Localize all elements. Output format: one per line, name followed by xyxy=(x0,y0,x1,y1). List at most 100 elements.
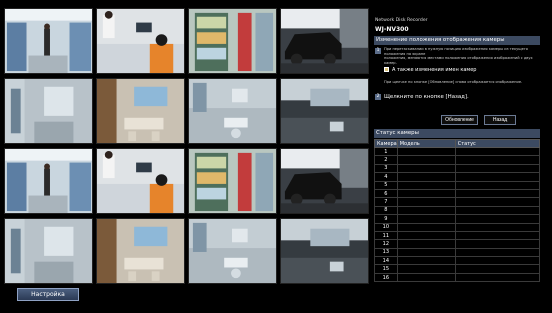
step-2-number: 2 xyxy=(375,94,381,100)
model-cell xyxy=(396,188,456,199)
model-cell xyxy=(396,239,456,249)
camera-position-panel: Network Disk Recorder WJ-NV300 Изменение… xyxy=(371,10,543,299)
camera-number: 2 xyxy=(374,155,398,165)
camera-tile-7[interactable] xyxy=(188,78,277,144)
model-cell xyxy=(396,205,456,216)
table-row: 16 xyxy=(374,272,541,283)
camera-tile-10[interactable] xyxy=(96,148,185,214)
camera-tile-4[interactable] xyxy=(280,8,369,74)
status-cell xyxy=(454,214,541,224)
camera-image xyxy=(97,219,184,283)
camera-tile-8[interactable] xyxy=(280,78,369,144)
table-row: 1 xyxy=(374,146,541,157)
table-row: 12 xyxy=(374,239,541,249)
camera-tile-2[interactable] xyxy=(96,8,185,74)
camera-image xyxy=(189,79,276,143)
table-row: 11 xyxy=(374,230,541,241)
rename-checkbox-label: А также изменения имен камер xyxy=(392,67,477,73)
status-cell xyxy=(454,222,541,232)
column-camera: Камера xyxy=(374,139,398,148)
camera-number: 13 xyxy=(374,247,398,258)
model-cell xyxy=(396,197,456,207)
camera-tile-11[interactable] xyxy=(188,148,277,214)
table-row: 7 xyxy=(374,197,541,207)
status-cell xyxy=(454,256,541,266)
camera-number: 12 xyxy=(374,239,398,249)
table-row: 6 xyxy=(374,188,541,199)
camera-status-table: Камера Модель Статус 1 2 3 4 5 6 7 8 9 10 11 12 13 14… xyxy=(374,139,541,283)
step-2-text: Щелкните по кнопке [Назад]. xyxy=(384,94,469,100)
camera-tile-9[interactable] xyxy=(4,148,93,214)
model-cell xyxy=(396,272,456,283)
status-cell xyxy=(454,197,541,207)
table-row: 8 xyxy=(374,205,541,216)
camera-image xyxy=(97,79,184,143)
camera-tile-14[interactable] xyxy=(96,218,185,284)
camera-image xyxy=(281,9,368,73)
back-button[interactable]: Назад xyxy=(484,115,516,125)
camera-tile-3[interactable] xyxy=(188,8,277,74)
camera-number: 3 xyxy=(374,163,398,174)
status-cell xyxy=(454,180,541,190)
camera-tile-5[interactable] xyxy=(4,78,93,144)
camera-tile-1[interactable] xyxy=(4,8,93,74)
camera-tile-6[interactable] xyxy=(96,78,185,144)
camera-number: 8 xyxy=(374,205,398,216)
column-model: Модель xyxy=(396,139,456,148)
camera-number: 14 xyxy=(374,256,398,266)
column-status: Статус xyxy=(454,139,541,148)
rename-checkbox[interactable] xyxy=(384,67,389,72)
step-1-text: При перетаскивании в нужную позицию изоб… xyxy=(384,47,540,65)
status-cell xyxy=(454,146,541,157)
model-name: WJ-NV300 xyxy=(375,26,409,33)
camera-number: 7 xyxy=(374,197,398,207)
status-cell xyxy=(454,172,541,182)
camera-tile-12[interactable] xyxy=(280,148,369,214)
recorder-screen: Настройка Network Disk Recorder WJ-NV300… xyxy=(0,0,552,313)
camera-image xyxy=(5,79,92,143)
camera-tile-15[interactable] xyxy=(188,218,277,284)
table-row: 5 xyxy=(374,180,541,190)
status-cell xyxy=(454,205,541,216)
camera-image xyxy=(281,149,368,213)
update-button[interactable]: Обновление xyxy=(441,115,478,125)
camera-number: 9 xyxy=(374,214,398,224)
table-row: 10 xyxy=(374,222,541,232)
camera-tile-16[interactable] xyxy=(280,218,369,284)
table-row: 14 xyxy=(374,256,541,266)
camera-image xyxy=(97,9,184,73)
status-header-row: Камера Модель Статус xyxy=(374,139,541,148)
camera-number: 15 xyxy=(374,264,398,274)
camera-image xyxy=(5,149,92,213)
camera-tile-13[interactable] xyxy=(4,218,93,284)
model-cell xyxy=(396,146,456,157)
model-cell xyxy=(396,163,456,174)
status-cell xyxy=(454,247,541,258)
table-row: 15 xyxy=(374,264,541,274)
camera-number: 10 xyxy=(374,222,398,232)
camera-image xyxy=(189,149,276,213)
status-cell xyxy=(454,163,541,174)
step-1-note: При щелчке по кнопке [Обновление] снова … xyxy=(384,80,523,84)
camera-image xyxy=(5,219,92,283)
camera-grid xyxy=(4,8,370,284)
status-cell xyxy=(454,239,541,249)
model-cell xyxy=(396,214,456,224)
status-cell xyxy=(454,230,541,241)
camera-image xyxy=(189,219,276,283)
setup-button[interactable]: Настройка xyxy=(17,288,79,301)
camera-number: 6 xyxy=(374,188,398,199)
product-name: Network Disk Recorder xyxy=(375,18,428,23)
table-row: 3 xyxy=(374,163,541,174)
camera-image xyxy=(281,79,368,143)
status-cell xyxy=(454,264,541,274)
model-cell xyxy=(396,180,456,190)
table-row: 4 xyxy=(374,172,541,182)
table-row: 2 xyxy=(374,155,541,165)
camera-image xyxy=(189,9,276,73)
camera-number: 11 xyxy=(374,230,398,241)
step-1-number: 1 xyxy=(375,48,381,54)
model-cell xyxy=(396,247,456,258)
camera-status-title: Статус камеры xyxy=(374,129,540,138)
camera-image xyxy=(97,149,184,213)
